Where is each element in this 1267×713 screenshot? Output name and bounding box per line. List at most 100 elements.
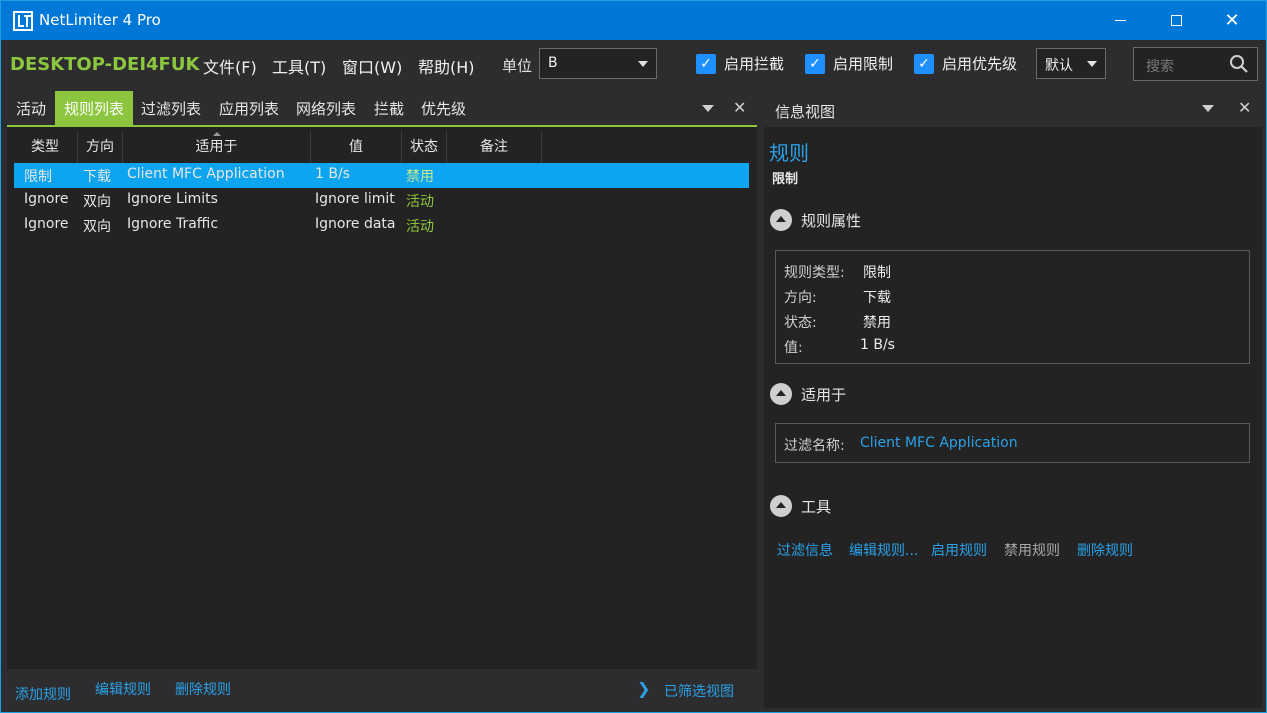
edit-rule-link[interactable]: 编辑规则 <box>95 679 151 699</box>
chevron-right-icon[interactable]: ❯ <box>637 679 650 698</box>
search-placeholder: 搜索 <box>1146 59 1174 75</box>
panel-menu-button[interactable] <box>1202 105 1214 112</box>
section-rule-properties-label: 规则属性 <box>801 211 862 230</box>
table-row[interactable]: Ignore 双向 Ignore Limits Ignore limit 活动 <box>14 188 749 213</box>
info-heading: 规则 <box>769 141 809 165</box>
tab-priority[interactable]: 优先级 <box>412 91 475 125</box>
title-bar[interactable]: NetLimiter 4 Pro ✕ <box>1 1 1266 40</box>
priority-select-value: 默认 <box>1045 58 1073 74</box>
close-icon: ✕ <box>1238 98 1252 117</box>
prop-key: 方向: <box>784 290 817 306</box>
filter-info-link[interactable]: 过滤信息 <box>777 540 833 560</box>
cell-applies-to: Ignore Limits <box>127 191 218 207</box>
enable-rule-link[interactable]: 启用规则 <box>931 540 987 560</box>
collapse-icon[interactable] <box>770 383 792 405</box>
table-header: 类型 方向 适用于 值 状态 备注 <box>13 131 749 163</box>
tab-filter-list[interactable]: 过滤列表 <box>132 91 210 125</box>
app-window: NetLimiter 4 Pro ✕ DESKTOP-DEI4FUK 文件(F)… <box>0 0 1267 713</box>
cell-status: 禁用 <box>406 169 434 185</box>
menu-help[interactable]: 帮助(H) <box>418 54 475 78</box>
prop-value: 下载 <box>863 290 891 306</box>
enable-block-checkbox[interactable]: ✓ 启用拦截 <box>696 53 784 74</box>
cell-direction: 双向 <box>83 219 111 235</box>
applies-to-box: 过滤名称: Client MFC Application <box>775 423 1250 463</box>
menu-tools[interactable]: 工具(T) <box>272 54 326 78</box>
enable-limit-checkbox[interactable]: ✓ 启用限制 <box>805 53 893 74</box>
panel-menu-button[interactable] <box>702 105 714 112</box>
section-tools-label: 工具 <box>801 497 832 516</box>
prop-value: 限制 <box>863 265 891 281</box>
unit-select-value: B <box>548 55 558 71</box>
minimize-button[interactable] <box>1092 1 1148 40</box>
collapse-icon[interactable] <box>770 495 792 517</box>
delete-rule-link[interactable]: 删除规则 <box>1077 540 1133 560</box>
tab-network-list[interactable]: 网络列表 <box>287 91 365 125</box>
column-header-value[interactable]: 值 <box>311 131 402 163</box>
enable-priority-checkbox[interactable]: ✓ 启用优先级 <box>914 53 1017 74</box>
collapse-icon[interactable] <box>770 209 792 231</box>
checkmark-icon: ✓ <box>805 53 825 74</box>
table-row[interactable]: 限制 下载 Client MFC Application 1 B/s 禁用 <box>14 163 749 188</box>
search-icon[interactable] <box>1229 54 1249 74</box>
chevron-down-icon <box>702 105 714 112</box>
filtered-view-link[interactable]: 已筛选视图 <box>664 681 734 701</box>
column-header-status[interactable]: 状态 <box>402 131 447 163</box>
column-header-note[interactable]: 备注 <box>447 131 542 163</box>
cell-status: 活动 <box>406 219 434 235</box>
delete-rule-link[interactable]: 删除规则 <box>175 679 231 699</box>
tab-block[interactable]: 拦截 <box>365 91 413 125</box>
section-rule-properties[interactable]: 规则属性 <box>770 209 861 231</box>
rules-panel: 活动 规则列表 过滤列表 应用列表 网络列表 拦截 优先级 ✕ 类型 方向 适用… <box>7 91 757 708</box>
menu-file[interactable]: 文件(F) <box>203 54 257 78</box>
close-panel-button[interactable]: ✕ <box>1238 98 1251 117</box>
prop-value: 1 B/s <box>860 337 895 353</box>
close-panel-button[interactable]: ✕ <box>733 98 746 117</box>
maximize-button[interactable] <box>1148 1 1204 40</box>
close-icon: ✕ <box>1224 9 1240 31</box>
cell-applies-to: Client MFC Application <box>127 166 285 182</box>
section-tools[interactable]: 工具 <box>770 495 831 517</box>
prop-value: 禁用 <box>863 315 891 331</box>
checkmark-icon: ✓ <box>914 53 934 74</box>
column-header-type[interactable]: 类型 <box>13 131 78 163</box>
enable-block-label: 启用拦截 <box>724 55 785 73</box>
edit-rule-link[interactable]: 编辑规则... <box>849 540 918 560</box>
add-rule-link[interactable]: 添加规则 <box>15 684 71 704</box>
close-window-button[interactable]: ✕ <box>1204 1 1260 40</box>
tab-app-list[interactable]: 应用列表 <box>210 91 288 125</box>
cell-type: Ignore <box>24 191 69 207</box>
disable-rule-link: 禁用规则 <box>1004 543 1060 559</box>
cell-direction: 下载 <box>83 169 111 185</box>
minimize-icon <box>1114 20 1126 21</box>
prop-key: 值: <box>784 340 803 356</box>
chevron-down-icon <box>1087 61 1097 67</box>
priority-select[interactable]: 默认 <box>1036 48 1106 79</box>
enable-priority-label: 启用优先级 <box>942 55 1018 73</box>
unit-label: 单位 <box>502 57 533 75</box>
maximize-icon <box>1170 15 1182 26</box>
table-row[interactable]: Ignore 双向 Ignore Traffic Ignore data 活动 <box>14 213 749 238</box>
column-header-direction[interactable]: 方向 <box>78 131 123 163</box>
sort-ascending-icon <box>212 132 221 136</box>
info-view-title: 信息视图 <box>775 103 836 121</box>
chevron-down-icon <box>1202 105 1214 112</box>
cell-type: Ignore <box>24 216 69 232</box>
cell-type: 限制 <box>24 169 52 185</box>
cell-applies-to: Ignore Traffic <box>127 216 219 232</box>
tab-rule-list[interactable]: 规则列表 <box>55 91 134 125</box>
tab-strip: 活动 规则列表 过滤列表 应用列表 网络列表 拦截 优先级 ✕ <box>7 91 757 127</box>
filter-name-link[interactable]: Client MFC Application <box>860 435 1018 451</box>
cell-value: Ignore limit <box>315 191 395 207</box>
tab-activity[interactable]: 活动 <box>7 91 55 125</box>
info-view-header: 信息视图 ✕ <box>764 91 1262 127</box>
section-applies-to[interactable]: 适用于 <box>770 383 846 405</box>
unit-select[interactable]: B <box>539 48 657 79</box>
hostname-label[interactable]: DESKTOP-DEI4FUK <box>10 54 199 75</box>
cell-status: 活动 <box>406 194 434 210</box>
search-input[interactable]: 搜索 <box>1133 47 1258 81</box>
column-header-applies-to[interactable]: 适用于 <box>123 131 311 163</box>
rules-footer: 添加规则 编辑规则 删除规则 ❯ 已筛选视图 <box>7 669 757 708</box>
chevron-down-icon <box>638 61 648 67</box>
menu-window[interactable]: 窗口(W) <box>342 54 402 78</box>
prop-key: 规则类型: <box>784 265 845 281</box>
